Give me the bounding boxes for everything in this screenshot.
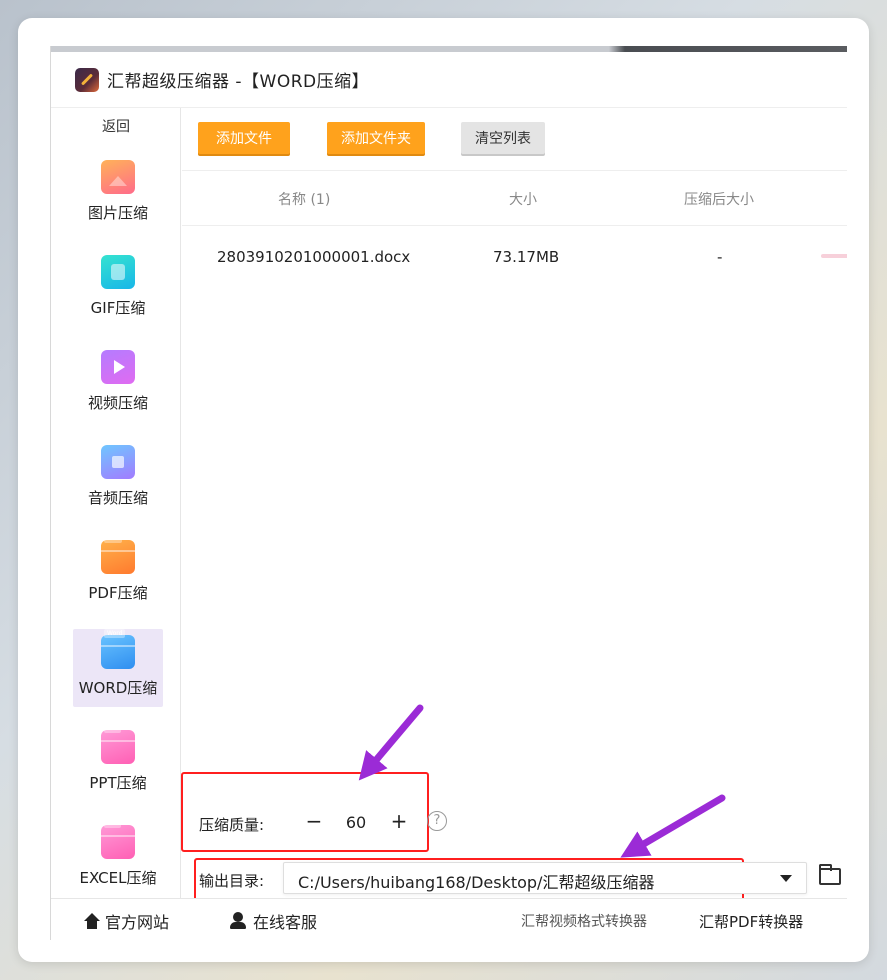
sidebar: 返回 图片压缩 GIF压缩 视频压缩 音频压缩 PDF PDF压缩 Word W… xyxy=(51,108,181,898)
quality-decrease-button[interactable]: − xyxy=(301,808,327,834)
official-website-link[interactable]: 官方网站 xyxy=(83,909,169,933)
pdf-converter-link[interactable]: 汇帮PDF转换器 xyxy=(699,911,803,932)
output-dir-value: C:/Users/huibang168/Desktop/汇帮超级压缩器 xyxy=(298,873,655,892)
quality-increase-button[interactable]: + xyxy=(386,808,412,834)
add-file-button[interactable]: 添加文件 xyxy=(198,122,290,154)
video-converter-link[interactable]: 汇帮视频格式转换器 xyxy=(521,911,647,931)
output-dir-select[interactable]: C:/Users/huibang168/Desktop/汇帮超级压缩器 xyxy=(283,862,807,894)
file-size-cell: 73.17MB xyxy=(493,248,560,266)
sidebar-item-label: EXCEL压缩 xyxy=(79,869,157,887)
sidebar-item-label: PPT压缩 xyxy=(89,774,147,792)
quality-label: 压缩质量: xyxy=(199,816,265,834)
app-window: 汇帮超级压缩器 -【WORD压缩】 返回 图片压缩 GIF压缩 视频压缩 音频压… xyxy=(50,46,847,940)
sidebar-item-label: 视频压缩 xyxy=(87,394,148,412)
sidebar-item-audio[interactable]: 音频压缩 xyxy=(73,439,163,517)
word-tag: Word xyxy=(104,629,126,638)
sidebar-item-label: PDF压缩 xyxy=(88,584,148,602)
compressed-size-cell: - xyxy=(717,248,723,266)
folder-line xyxy=(101,550,135,552)
output-dir-label: 输出目录: xyxy=(199,872,265,890)
help-icon[interactable]: ? xyxy=(427,811,447,831)
pdf-tag: PDF xyxy=(104,534,122,543)
ppt-tag: PPT xyxy=(104,724,121,733)
footer-bar: 官方网站 在线客服 汇帮视频格式转换器 汇帮PDF转换器 xyxy=(51,898,847,940)
folder-line xyxy=(101,835,135,837)
clear-list-button[interactable]: 清空列表 xyxy=(461,122,545,154)
sidebar-item-gif[interactable]: GIF压缩 xyxy=(73,249,163,327)
quality-value[interactable]: 60 xyxy=(341,813,371,832)
gif-compress-icon xyxy=(101,255,135,289)
sidebar-item-video[interactable]: 视频压缩 xyxy=(73,344,163,422)
window-title: 汇帮超级压缩器 -【WORD压缩】 xyxy=(107,72,370,92)
add-folder-button[interactable]: 添加文件夹 xyxy=(327,122,425,154)
sidebar-item-label: 音频压缩 xyxy=(87,489,148,507)
official-website-label: 官方网站 xyxy=(105,913,170,932)
audio-compress-icon xyxy=(101,445,135,479)
sidebar-item-image[interactable]: 图片压缩 xyxy=(73,154,163,232)
sidebar-item-label: 图片压缩 xyxy=(87,204,148,222)
folder-open-icon[interactable] xyxy=(819,864,841,885)
online-support-link[interactable]: 在线客服 xyxy=(229,909,317,933)
sidebar-item-pdf[interactable]: PDF PDF压缩 xyxy=(73,534,163,612)
online-support-label: 在线客服 xyxy=(253,913,318,932)
sidebar-item-label: GIF压缩 xyxy=(90,299,146,317)
home-icon xyxy=(83,913,101,929)
column-name-header[interactable]: 名称 (1) xyxy=(278,189,330,209)
sidebar-item-label: WORD压缩 xyxy=(78,679,158,697)
row-progress-bar xyxy=(821,254,847,258)
image-compress-icon xyxy=(101,160,135,194)
table-row[interactable]: 2803910201000001.docx 73.17MB - xyxy=(182,226,847,286)
user-support-icon xyxy=(229,912,247,930)
folder-line xyxy=(101,740,135,742)
back-button[interactable]: 返回 xyxy=(51,116,181,136)
app-logo-icon xyxy=(75,67,99,92)
ppt-compress-icon: PPT xyxy=(101,724,135,764)
pdf-compress-icon: PDF xyxy=(101,534,135,574)
chevron-down-icon[interactable] xyxy=(780,875,792,882)
title-bar: 汇帮超级压缩器 -【WORD压缩】 xyxy=(51,52,847,108)
video-compress-icon xyxy=(101,350,135,384)
file-name-cell: 2803910201000001.docx xyxy=(217,248,411,266)
excel-compress-icon: PPT xyxy=(101,819,135,859)
column-size-header[interactable]: 大小 xyxy=(509,189,537,209)
sidebar-item-excel[interactable]: PPT EXCEL压缩 xyxy=(73,819,163,897)
excel-tag: PPT xyxy=(104,819,121,828)
sidebar-item-word[interactable]: Word WORD压缩 xyxy=(73,629,163,707)
word-compress-icon: Word xyxy=(101,629,135,669)
folder-line xyxy=(101,645,135,647)
sidebar-item-ppt[interactable]: PPT PPT压缩 xyxy=(73,724,163,802)
file-table-header: 名称 (1) 大小 压缩后大小 xyxy=(182,170,847,226)
column-compressed-size-header[interactable]: 压缩后大小 xyxy=(684,189,754,209)
